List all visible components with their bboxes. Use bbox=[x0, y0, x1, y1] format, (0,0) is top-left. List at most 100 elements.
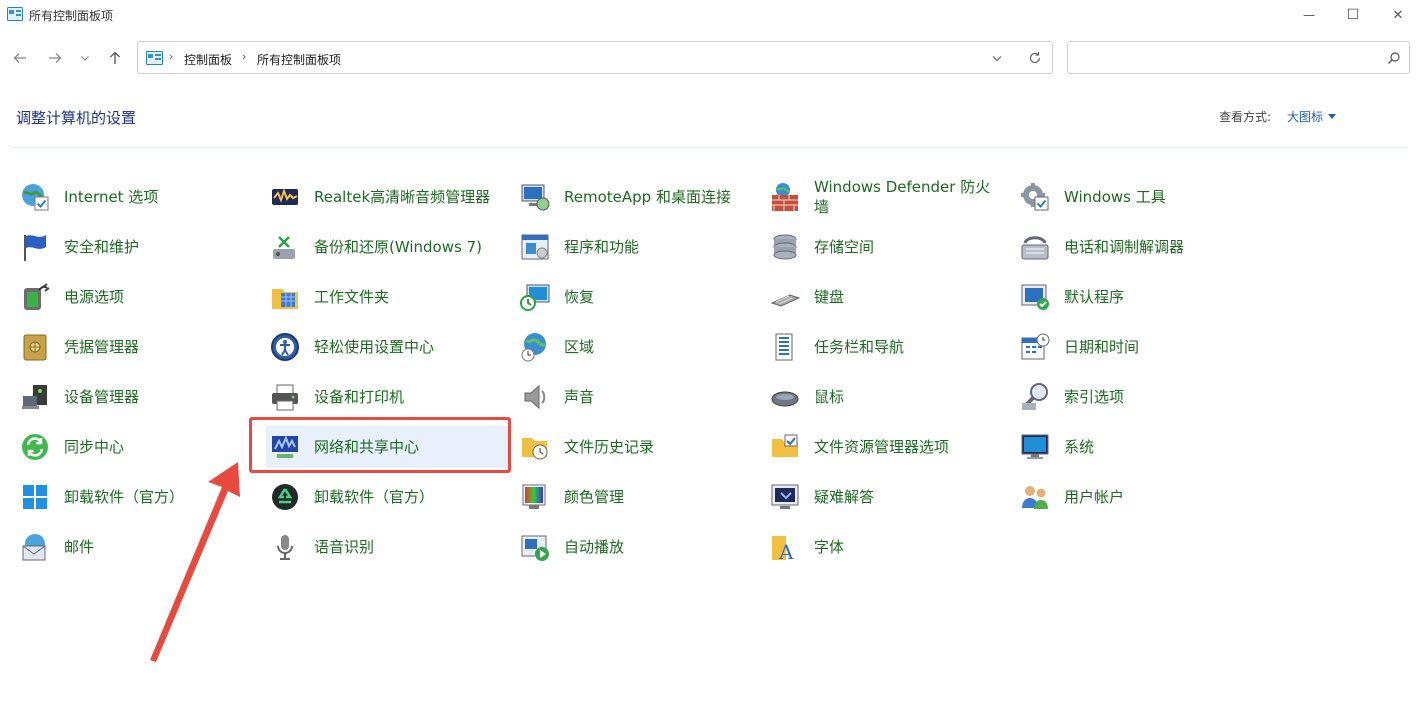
control-panel-item[interactable]: 同步中心 bbox=[16, 426, 261, 468]
control-panel-item[interactable]: Windows 工具 bbox=[1016, 176, 1261, 218]
control-panel-item[interactable]: 自动播放 bbox=[516, 526, 761, 568]
item-label: 备份和还原(Windows 7) bbox=[314, 238, 482, 256]
minimize-icon: — bbox=[1303, 8, 1315, 22]
search-icon[interactable] bbox=[1387, 51, 1401, 65]
chevron-down-icon[interactable] bbox=[989, 50, 1005, 66]
control-panel-item[interactable]: 备份和还原(Windows 7) bbox=[266, 226, 511, 268]
item-label: 卸载软件（官方） bbox=[64, 488, 185, 506]
item-label: 默认程序 bbox=[1064, 288, 1125, 306]
item-label: 邮件 bbox=[64, 538, 95, 556]
speaker-icon bbox=[524, 384, 546, 410]
item-label: 索引选项 bbox=[1064, 388, 1125, 406]
item-label: Internet 选项 bbox=[64, 188, 159, 206]
control-panel-item[interactable]: 凭据管理器 bbox=[16, 326, 261, 368]
recycle-icon bbox=[272, 484, 298, 510]
title-bar: 所有控制面板项 — ☐ ✕ bbox=[0, 0, 1421, 30]
control-panel-item[interactable]: 键盘 bbox=[766, 276, 1011, 318]
folder-options-icon bbox=[772, 434, 798, 457]
chevron-right-icon[interactable]: › bbox=[169, 50, 173, 63]
control-panel-item[interactable]: 系统 bbox=[1016, 426, 1261, 468]
window-title: 所有控制面板项 bbox=[29, 9, 114, 23]
item-label: RemoteApp 和桌面连接 bbox=[564, 188, 731, 206]
control-panel-item[interactable]: 颜色管理 bbox=[516, 476, 761, 518]
control-panel-icon bbox=[146, 51, 163, 65]
control-panel-item[interactable]: 电源选项 bbox=[16, 276, 261, 318]
control-panel-item[interactable]: 工作文件夹 bbox=[266, 276, 511, 318]
item-label: 颜色管理 bbox=[564, 488, 625, 506]
control-panel-icon bbox=[7, 7, 23, 21]
windows-tools-icon bbox=[1021, 183, 1049, 211]
view-by-dropdown[interactable]: 大图标 bbox=[1287, 108, 1323, 125]
control-panel-item[interactable]: 文件历史记录 bbox=[516, 426, 761, 468]
control-panel-item[interactable]: 存储空间 bbox=[766, 226, 1011, 268]
item-label: 区域 bbox=[564, 338, 595, 356]
address-bar[interactable]: › 控制面板 › 所有控制面板项 bbox=[137, 41, 1053, 74]
programs-icon bbox=[521, 234, 549, 260]
control-panel-item[interactable]: 用户帐户 bbox=[1016, 476, 1261, 518]
firewall-icon bbox=[772, 183, 798, 211]
control-panel-item[interactable]: Windows Defender 防火墙 bbox=[766, 176, 1011, 218]
item-label: 用户帐户 bbox=[1064, 488, 1125, 506]
item-label: 卸载软件（官方） bbox=[314, 488, 435, 506]
item-label: 声音 bbox=[564, 388, 595, 406]
control-panel-item[interactable]: 索引选项 bbox=[1016, 376, 1261, 418]
control-panel-item[interactable]: 日期和时间 bbox=[1016, 326, 1261, 368]
remote-desktop-icon bbox=[521, 184, 550, 211]
control-panel-item[interactable]: 程序和功能 bbox=[516, 226, 761, 268]
audio-manager-icon bbox=[272, 188, 298, 205]
troubleshoot-icon bbox=[771, 484, 799, 509]
control-panel-item[interactable]: 电话和调制解调器 bbox=[1016, 226, 1261, 268]
calendar-clock-icon bbox=[1021, 333, 1050, 360]
breadcrumb-all-items[interactable]: 所有控制面板项 bbox=[257, 51, 341, 68]
item-label: 日期和时间 bbox=[1064, 338, 1140, 356]
flag-icon bbox=[24, 235, 46, 261]
back-button[interactable] bbox=[9, 46, 31, 70]
item-label: 恢复 bbox=[564, 288, 595, 306]
control-panel-item[interactable]: 文件资源管理器选项 bbox=[766, 426, 1011, 468]
control-panel-item[interactable]: 设备和打印机 bbox=[266, 376, 511, 418]
breadcrumb-control-panel[interactable]: 控制面板 bbox=[184, 51, 232, 68]
control-panel-item[interactable]: 恢复 bbox=[516, 276, 761, 318]
up-button[interactable] bbox=[104, 46, 126, 70]
control-panel-item[interactable]: Internet 选项 bbox=[16, 176, 261, 218]
forward-button[interactable] bbox=[44, 46, 66, 70]
control-panel-item[interactable]: 邮件 bbox=[16, 526, 261, 568]
taskbar-icon bbox=[775, 333, 793, 361]
control-panel-item[interactable]: 轻松使用设置中心 bbox=[266, 326, 511, 368]
arrow-right-icon bbox=[49, 53, 62, 63]
vault-icon bbox=[23, 334, 47, 361]
control-panel-item[interactable]: 卸载软件（官方） bbox=[266, 476, 511, 518]
control-panel-item[interactable]: 设备管理器 bbox=[16, 376, 261, 418]
recent-locations-button[interactable] bbox=[75, 46, 95, 70]
color-management-icon bbox=[522, 484, 546, 509]
control-panel-item[interactable]: Realtek高清晰音频管理器 bbox=[266, 176, 511, 218]
minimize-button[interactable]: — bbox=[1286, 0, 1332, 30]
control-panel-item[interactable]: 语音识别 bbox=[266, 526, 511, 568]
refresh-icon[interactable] bbox=[1027, 50, 1043, 66]
close-icon: ✕ bbox=[1392, 7, 1404, 23]
item-label: 疑难解答 bbox=[814, 488, 875, 506]
chevron-right-icon[interactable]: › bbox=[242, 50, 246, 63]
item-label: Windows 工具 bbox=[1064, 188, 1166, 206]
control-panel-item[interactable]: 安全和维护 bbox=[16, 226, 261, 268]
ease-of-access-icon bbox=[271, 333, 299, 361]
search-box[interactable] bbox=[1067, 41, 1410, 74]
control-panel-item[interactable]: 卸载软件（官方） bbox=[16, 476, 261, 518]
users-icon bbox=[1022, 486, 1048, 509]
item-label: 设备管理器 bbox=[64, 388, 140, 406]
maximize-button[interactable]: ☐ bbox=[1330, 0, 1376, 30]
item-label: 程序和功能 bbox=[564, 238, 640, 256]
storage-icon bbox=[773, 234, 797, 260]
control-panel-item[interactable]: 声音 bbox=[516, 376, 761, 418]
control-panel-item[interactable]: 任务栏和导航 bbox=[766, 326, 1011, 368]
control-panel-item[interactable]: 默认程序 bbox=[1016, 276, 1261, 318]
control-panel-item[interactable]: A 字体 bbox=[766, 526, 1011, 568]
close-button[interactable]: ✕ bbox=[1375, 0, 1421, 30]
control-panel-item[interactable]: RemoteApp 和桌面连接 bbox=[516, 176, 761, 218]
control-panel-item[interactable]: 鼠标 bbox=[766, 376, 1011, 418]
caret-down-icon[interactable] bbox=[1328, 114, 1336, 119]
search-input[interactable] bbox=[1074, 48, 1378, 70]
item-label: 设备和打印机 bbox=[314, 388, 405, 406]
control-panel-item[interactable]: 区域 bbox=[516, 326, 761, 368]
control-panel-item[interactable]: 疑难解答 bbox=[766, 476, 1011, 518]
